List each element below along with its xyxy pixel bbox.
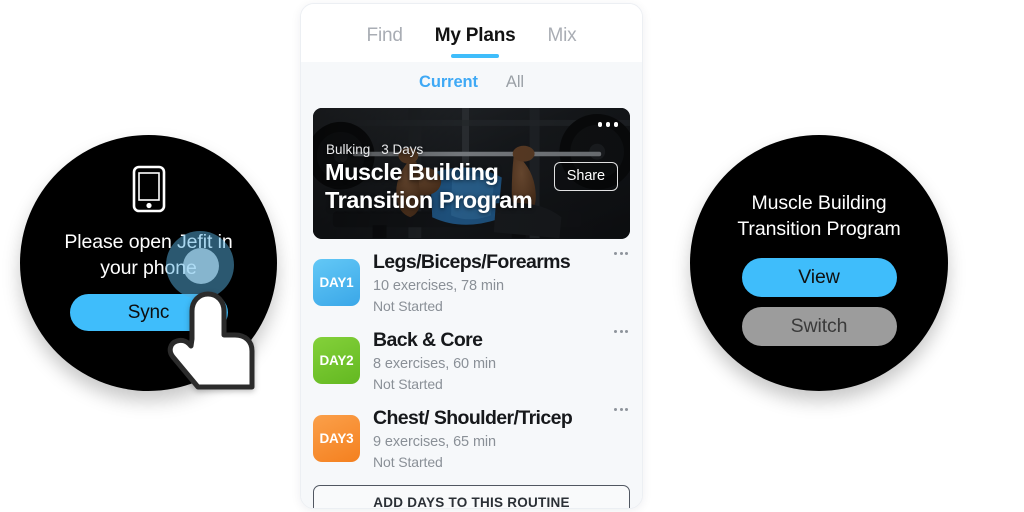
day-list: DAY1 Legs/Biceps/Forearms 10 exercises, …	[313, 241, 630, 475]
hero-meta: Bulking 3 Days	[326, 142, 423, 157]
list-item[interactable]: DAY3 Chest/ Shoulder/Tricep 9 exercises,…	[313, 397, 630, 475]
screenshot-canvas: Please open Jefit in your phone Sync Mus…	[0, 0, 1024, 512]
list-item[interactable]: DAY2 Back & Core 8 exercises, 60 min Not…	[313, 319, 630, 397]
day-subtitle: 9 exercises, 65 min	[373, 434, 497, 450]
hand-pointer-icon	[165, 283, 260, 390]
day-title: Chest/ Shoulder/Tricep	[373, 407, 573, 429]
ellipsis-horizontal-icon[interactable]	[614, 408, 628, 411]
tab-my-plans[interactable]: My Plans	[435, 25, 516, 47]
add-days-container: ADD DAYS TO THIS ROUTINE	[313, 475, 630, 508]
day-badge: DAY1	[313, 259, 360, 306]
sub-tab-current[interactable]: Current	[419, 73, 478, 92]
day-badge: DAY3	[313, 415, 360, 462]
day-subtitle: 8 exercises, 60 min	[373, 356, 497, 372]
sub-tab-all[interactable]: All	[506, 73, 524, 92]
watch-screen-program: Muscle Building Transition Program View …	[690, 135, 948, 391]
add-days-to-routine-button[interactable]: ADD DAYS TO THIS ROUTINE	[313, 485, 630, 508]
watch-program-title: Muscle Building Transition Program	[737, 192, 901, 240]
status-badge: Not Started	[373, 376, 443, 392]
day-badge: DAY2	[313, 337, 360, 384]
phone-app-panel: Find My Plans Mix Current All Bulking 3 …	[300, 3, 643, 509]
hero-tag: Bulking	[326, 142, 371, 157]
tap-ripple-inner-icon	[183, 248, 219, 284]
ellipsis-horizontal-icon[interactable]	[614, 252, 628, 255]
day-title: Back & Core	[373, 329, 483, 351]
phone-outline-icon	[132, 165, 166, 218]
tab-mix[interactable]: Mix	[547, 25, 576, 47]
hero-duration: 3 Days	[381, 142, 424, 157]
status-badge: Not Started	[373, 298, 443, 314]
day-title: Legs/Biceps/Forearms	[373, 251, 571, 273]
tab-find[interactable]: Find	[367, 25, 403, 47]
switch-button[interactable]: Switch	[741, 307, 897, 346]
ellipsis-horizontal-icon[interactable]	[597, 122, 618, 127]
routine-hero-card[interactable]: Bulking 3 Days Muscle Building Transitio…	[313, 108, 630, 239]
secondary-tab-bar: Current All	[301, 62, 642, 102]
share-button[interactable]: Share	[553, 162, 618, 191]
day-subtitle: 10 exercises, 78 min	[373, 278, 504, 294]
view-button[interactable]: View	[741, 258, 897, 297]
hero-title: Muscle Building Transition Program	[325, 159, 533, 213]
primary-tab-bar: Find My Plans Mix	[301, 4, 642, 62]
ellipsis-horizontal-icon[interactable]	[614, 330, 628, 333]
plans-scroll-area[interactable]: Bulking 3 Days Muscle Building Transitio…	[301, 102, 642, 508]
status-badge: Not Started	[373, 454, 443, 470]
list-item[interactable]: DAY1 Legs/Biceps/Forearms 10 exercises, …	[313, 241, 630, 319]
